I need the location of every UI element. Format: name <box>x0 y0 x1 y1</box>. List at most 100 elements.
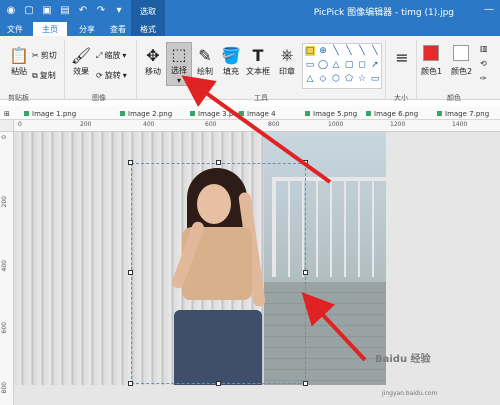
fill-button[interactable]: 🪣 填充 <box>218 44 244 77</box>
circle-plus-icon[interactable]: ⊕ <box>318 46 328 56</box>
rotate-label: 旋转 <box>104 71 121 80</box>
ribbon-tabs: 文件 主页 分享 查看 格式 <box>0 22 500 36</box>
horizontal-ruler: 0 200 400 600 800 1000 1200 1400 <box>14 120 500 132</box>
image-tab[interactable]: Image 3.png <box>190 108 242 119</box>
image-tab[interactable]: Image 1.png <box>24 108 76 119</box>
app-logo-icon[interactable]: ◉ <box>4 3 18 17</box>
image-tab[interactable]: Image 6.png <box>366 108 418 119</box>
ruler-label: 0 <box>1 135 8 139</box>
qat-dropdown-icon[interactable]: ▾ <box>112 3 126 17</box>
color2-swatch[interactable] <box>453 45 469 61</box>
chevron-down-icon: ▾ <box>122 51 127 60</box>
tools-group-label: 工具 <box>254 94 268 102</box>
move-button[interactable]: ✥ 移动 <box>140 44 166 77</box>
fill-bucket-icon: 🪣 <box>221 45 241 65</box>
selection-handle[interactable] <box>303 270 308 275</box>
draw-icon: ✎ <box>198 45 212 65</box>
tab-view[interactable]: 查看 <box>104 22 132 36</box>
ellipse-icon[interactable]: ◯ <box>318 60 328 70</box>
color-palette-icon[interactable]: ▥ <box>480 44 488 53</box>
color1-button[interactable]: 颜色1 <box>421 66 442 77</box>
arrow-icon[interactable]: ➚ <box>370 60 380 70</box>
rectangle-icon[interactable]: ▭ <box>305 60 315 70</box>
image-status-icon <box>437 111 442 116</box>
copy-button[interactable]: ⧉ 复制 <box>32 70 56 81</box>
select-button[interactable]: ⬚ 选择 ▾ <box>166 42 192 86</box>
shapes-palette: □ ⊕ ╲ ╲ ╲ ╲ ▭ ◯ △ ▢ ◻ ➚ △ ◇ ⬡ ⬠ ☆ ▭ <box>302 43 382 89</box>
pentagon-icon[interactable]: ⬠ <box>344 74 354 84</box>
tab-home[interactable]: 主页 <box>33 22 67 36</box>
redo-icon[interactable]: ↷ <box>94 3 108 17</box>
selection-handle[interactable] <box>216 160 221 165</box>
textbox-button[interactable]: T 文本框 <box>245 44 271 77</box>
paste-button[interactable]: 📋 粘贴 <box>6 44 32 77</box>
paste-label: 粘贴 <box>11 67 27 76</box>
rotate-icon: ⟳ <box>96 71 103 80</box>
resize-button[interactable]: ⤢ 缩放 ▾ <box>96 50 126 61</box>
ruler-label: 1200 <box>390 121 406 128</box>
ruler-label: 600 <box>205 121 217 128</box>
move-icon: ✥ <box>146 45 160 65</box>
select-label: 选择 <box>171 66 187 75</box>
swap-colors-icon[interactable]: ⟲ <box>480 59 487 68</box>
selection-rectangle[interactable] <box>131 163 306 384</box>
image-tab[interactable]: Image 7.png <box>437 108 489 119</box>
window-title: PicPick 图像编辑器 - timg (1).jpg <box>313 8 454 18</box>
selection-handle[interactable] <box>303 160 308 165</box>
triangle-icon[interactable]: △ <box>305 74 315 84</box>
callout-icon[interactable]: ▭ <box>370 74 380 84</box>
image-tab[interactable]: Image 2.png <box>120 108 172 119</box>
print-icon[interactable]: ▤ <box>58 3 72 17</box>
undo-icon[interactable]: ↶ <box>76 3 90 17</box>
line-icon[interactable]: ╲ <box>331 46 341 56</box>
group-separator <box>64 40 65 100</box>
watermark-logo: Baidu 经验 <box>375 354 431 365</box>
effects-button[interactable]: 🖌 效果 <box>68 44 94 77</box>
stamp-button[interactable]: ⎈ 印章 <box>274 44 300 77</box>
context-tab-group: 选取 <box>131 0 165 22</box>
draw-button[interactable]: ✎ 绘制 <box>192 44 218 77</box>
window-controls[interactable]: — <box>484 4 494 15</box>
line-icon[interactable]: ╲ <box>370 46 380 56</box>
rotate-button[interactable]: ⟳ 旋转 ▾ <box>96 70 127 81</box>
selection-handle[interactable] <box>128 270 133 275</box>
hexagon-icon[interactable]: ⬡ <box>331 74 341 84</box>
select-icon: ⬚ <box>171 44 187 64</box>
speech-bubble-icon[interactable]: ◻ <box>357 60 367 70</box>
draw-label: 绘制 <box>197 67 213 76</box>
star-icon[interactable]: ☆ <box>357 74 367 84</box>
selection-handle[interactable] <box>303 381 308 386</box>
eyedropper-icon[interactable]: ✑ <box>480 74 487 83</box>
color1-swatch[interactable] <box>423 45 439 61</box>
image-status-icon <box>239 111 244 116</box>
open-icon[interactable]: ▢ <box>22 3 36 17</box>
ruler-label: 0 <box>18 121 22 128</box>
selection-handle[interactable] <box>128 381 133 386</box>
tab-format[interactable]: 格式 <box>131 22 165 36</box>
size-button[interactable]: ≡ <box>390 46 414 68</box>
ruler-label: 1000 <box>328 121 344 128</box>
image-status-icon <box>24 111 29 116</box>
line-width-icon: ≡ <box>395 47 409 67</box>
cut-button[interactable]: ✂ 剪切 <box>32 50 57 61</box>
rectangle-shape-icon[interactable]: □ <box>305 46 315 56</box>
line-icon[interactable]: ╲ <box>357 46 367 56</box>
tab-file[interactable]: 文件 <box>3 22 27 36</box>
copy-icon: ⧉ <box>32 70 38 80</box>
diamond-icon[interactable]: ◇ <box>318 74 328 84</box>
size-group-label: 大小 <box>394 94 408 102</box>
color2-button[interactable]: 颜色2 <box>451 66 472 77</box>
save-icon[interactable]: ▣ <box>40 3 54 17</box>
image-group-label: 图像 <box>92 94 106 102</box>
tab-share[interactable]: 分享 <box>73 22 101 36</box>
image-tab[interactable]: Image 5.png <box>305 108 357 119</box>
image-tab[interactable]: Image 4 <box>239 108 276 119</box>
rounded-rect-icon[interactable]: ▢ <box>344 60 354 70</box>
grid-view-icon[interactable]: ⊞ <box>4 108 10 119</box>
selection-handle[interactable] <box>128 160 133 165</box>
selection-handle[interactable] <box>216 381 221 386</box>
triangle-icon[interactable]: △ <box>331 60 341 70</box>
clipboard-group-label: 剪贴板 <box>8 94 29 102</box>
group-separator <box>136 40 137 100</box>
line-icon[interactable]: ╲ <box>344 46 354 56</box>
